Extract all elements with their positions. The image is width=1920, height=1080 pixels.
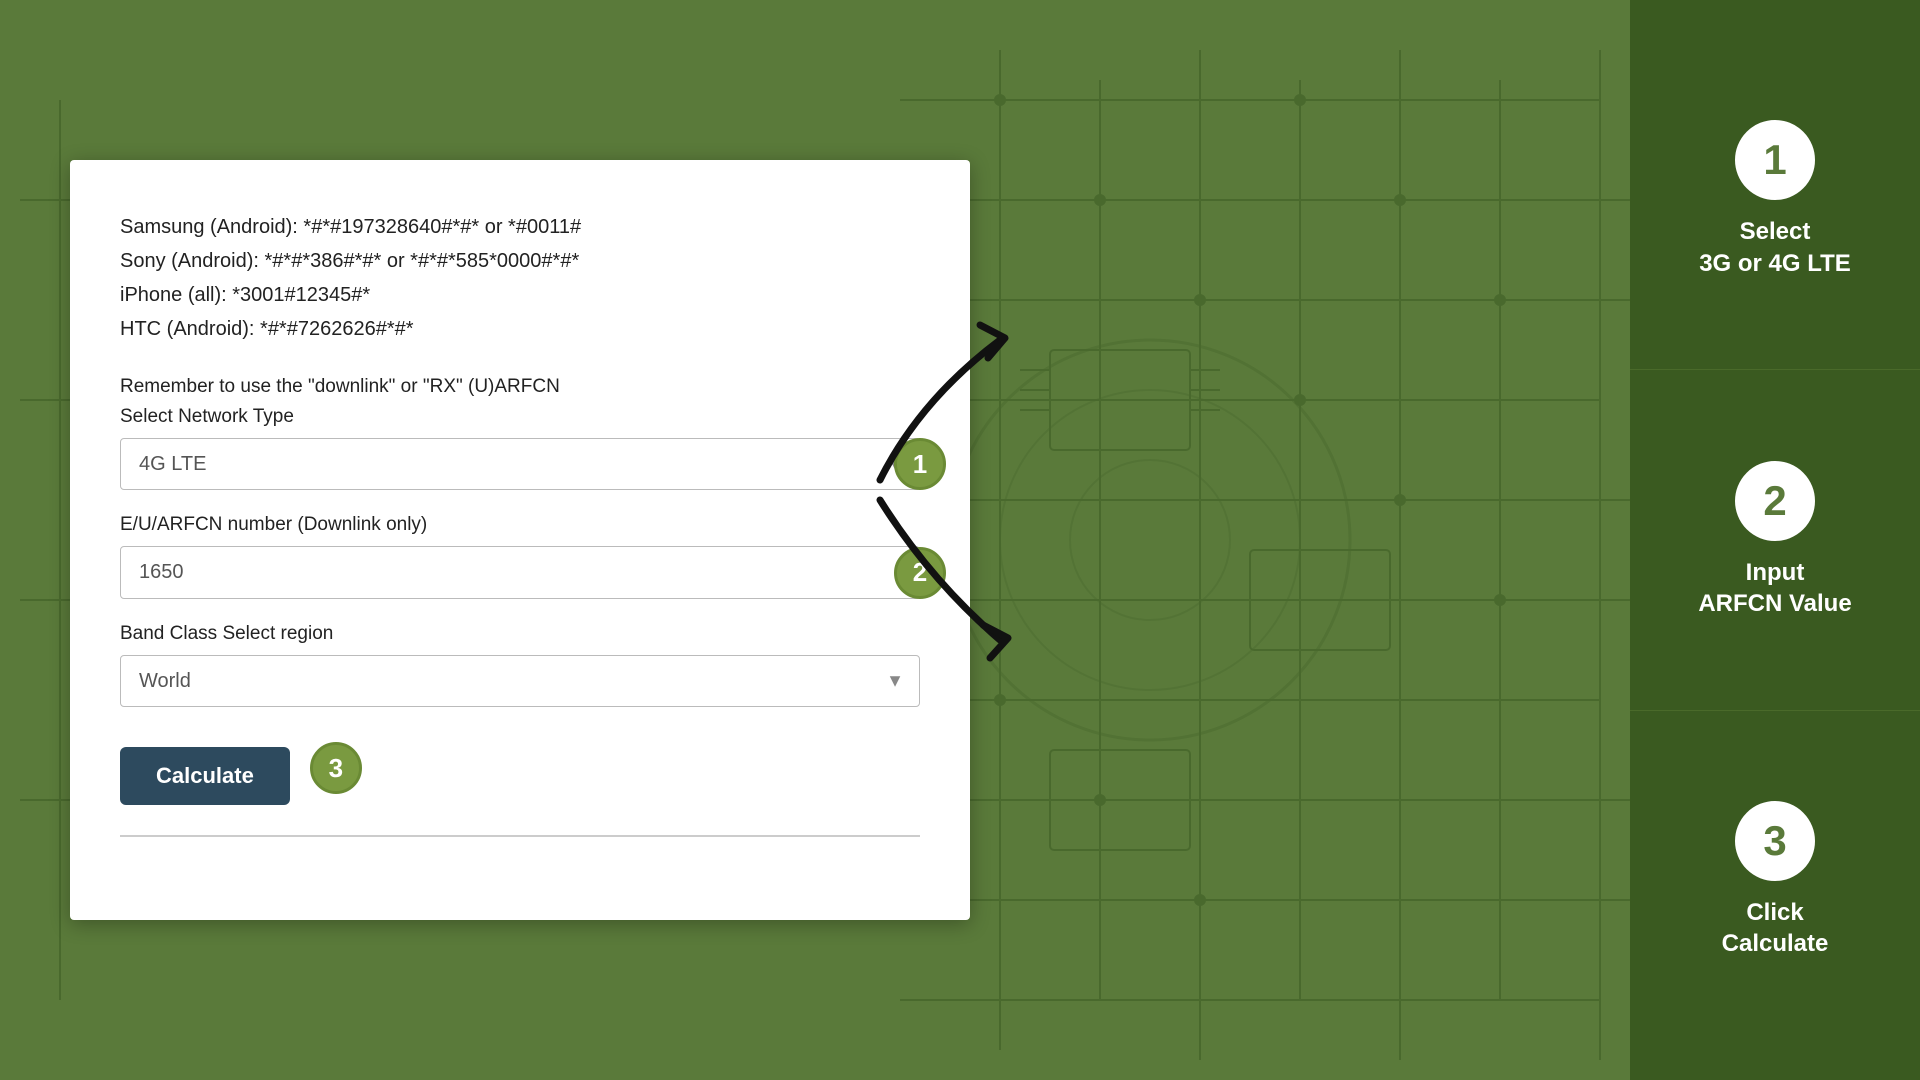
band-class-field-group: World Americas Europe Asia ▼ — [120, 655, 920, 707]
remember-text: Remember to use the "downlink" or "RX" (… — [120, 376, 920, 398]
card-bottom-divider — [120, 835, 920, 837]
sidebar-step-1-text: Select 3G or 4G LTE — [1699, 216, 1851, 278]
step-3-bubble-form: 3 — [310, 742, 362, 794]
sidebar-step-2-text: Input ARFCN Value — [1698, 557, 1851, 619]
network-type-field-group: 4G LTE 3G UMTS 2G GSM ▼ 1 — [120, 438, 920, 490]
samsung-code: Samsung (Android): *#*#197328640#*#* or … — [120, 210, 920, 244]
sidebar-step-3-number: 3 — [1735, 801, 1815, 881]
sony-code: Sony (Android): *#*#*386#*#* or *#*#*585… — [120, 244, 920, 278]
iphone-code: iPhone (all): *3001#12345#* — [120, 278, 920, 312]
calculate-row: Calculate 3 — [120, 731, 920, 805]
right-sidebar: 1 Select 3G or 4G LTE 2 Input ARFCN Valu… — [1630, 0, 1920, 1080]
arrows-decoration — [840, 280, 1120, 700]
network-type-select[interactable]: 4G LTE 3G UMTS 2G GSM — [120, 438, 920, 490]
phone-codes-section: Samsung (Android): *#*#197328640#*#* or … — [120, 210, 920, 346]
htc-code: HTC (Android): *#*#7262626#*#* — [120, 312, 920, 346]
sidebar-step-3: 3 Click Calculate — [1630, 711, 1920, 1050]
sidebar-step-2: 2 Input ARFCN Value — [1630, 370, 1920, 710]
sidebar-step-1: 1 Select 3G or 4G LTE — [1630, 30, 1920, 370]
arfcn-label: E/U/ARFCN number (Downlink only) — [120, 514, 920, 536]
sidebar-step-1-number: 1 — [1735, 120, 1815, 200]
band-class-select[interactable]: World Americas Europe Asia — [120, 655, 920, 707]
arfcn-field-group: 2 — [120, 546, 920, 599]
sidebar-step-3-text: Click Calculate — [1722, 897, 1829, 959]
arfcn-input[interactable] — [120, 546, 920, 599]
sidebar-step-2-number: 2 — [1735, 461, 1815, 541]
band-class-label: Band Class Select region — [120, 623, 920, 645]
white-card: Samsung (Android): *#*#197328640#*#* or … — [70, 160, 970, 920]
calculate-button[interactable]: Calculate — [120, 747, 290, 805]
network-type-label: Select Network Type — [120, 406, 920, 428]
